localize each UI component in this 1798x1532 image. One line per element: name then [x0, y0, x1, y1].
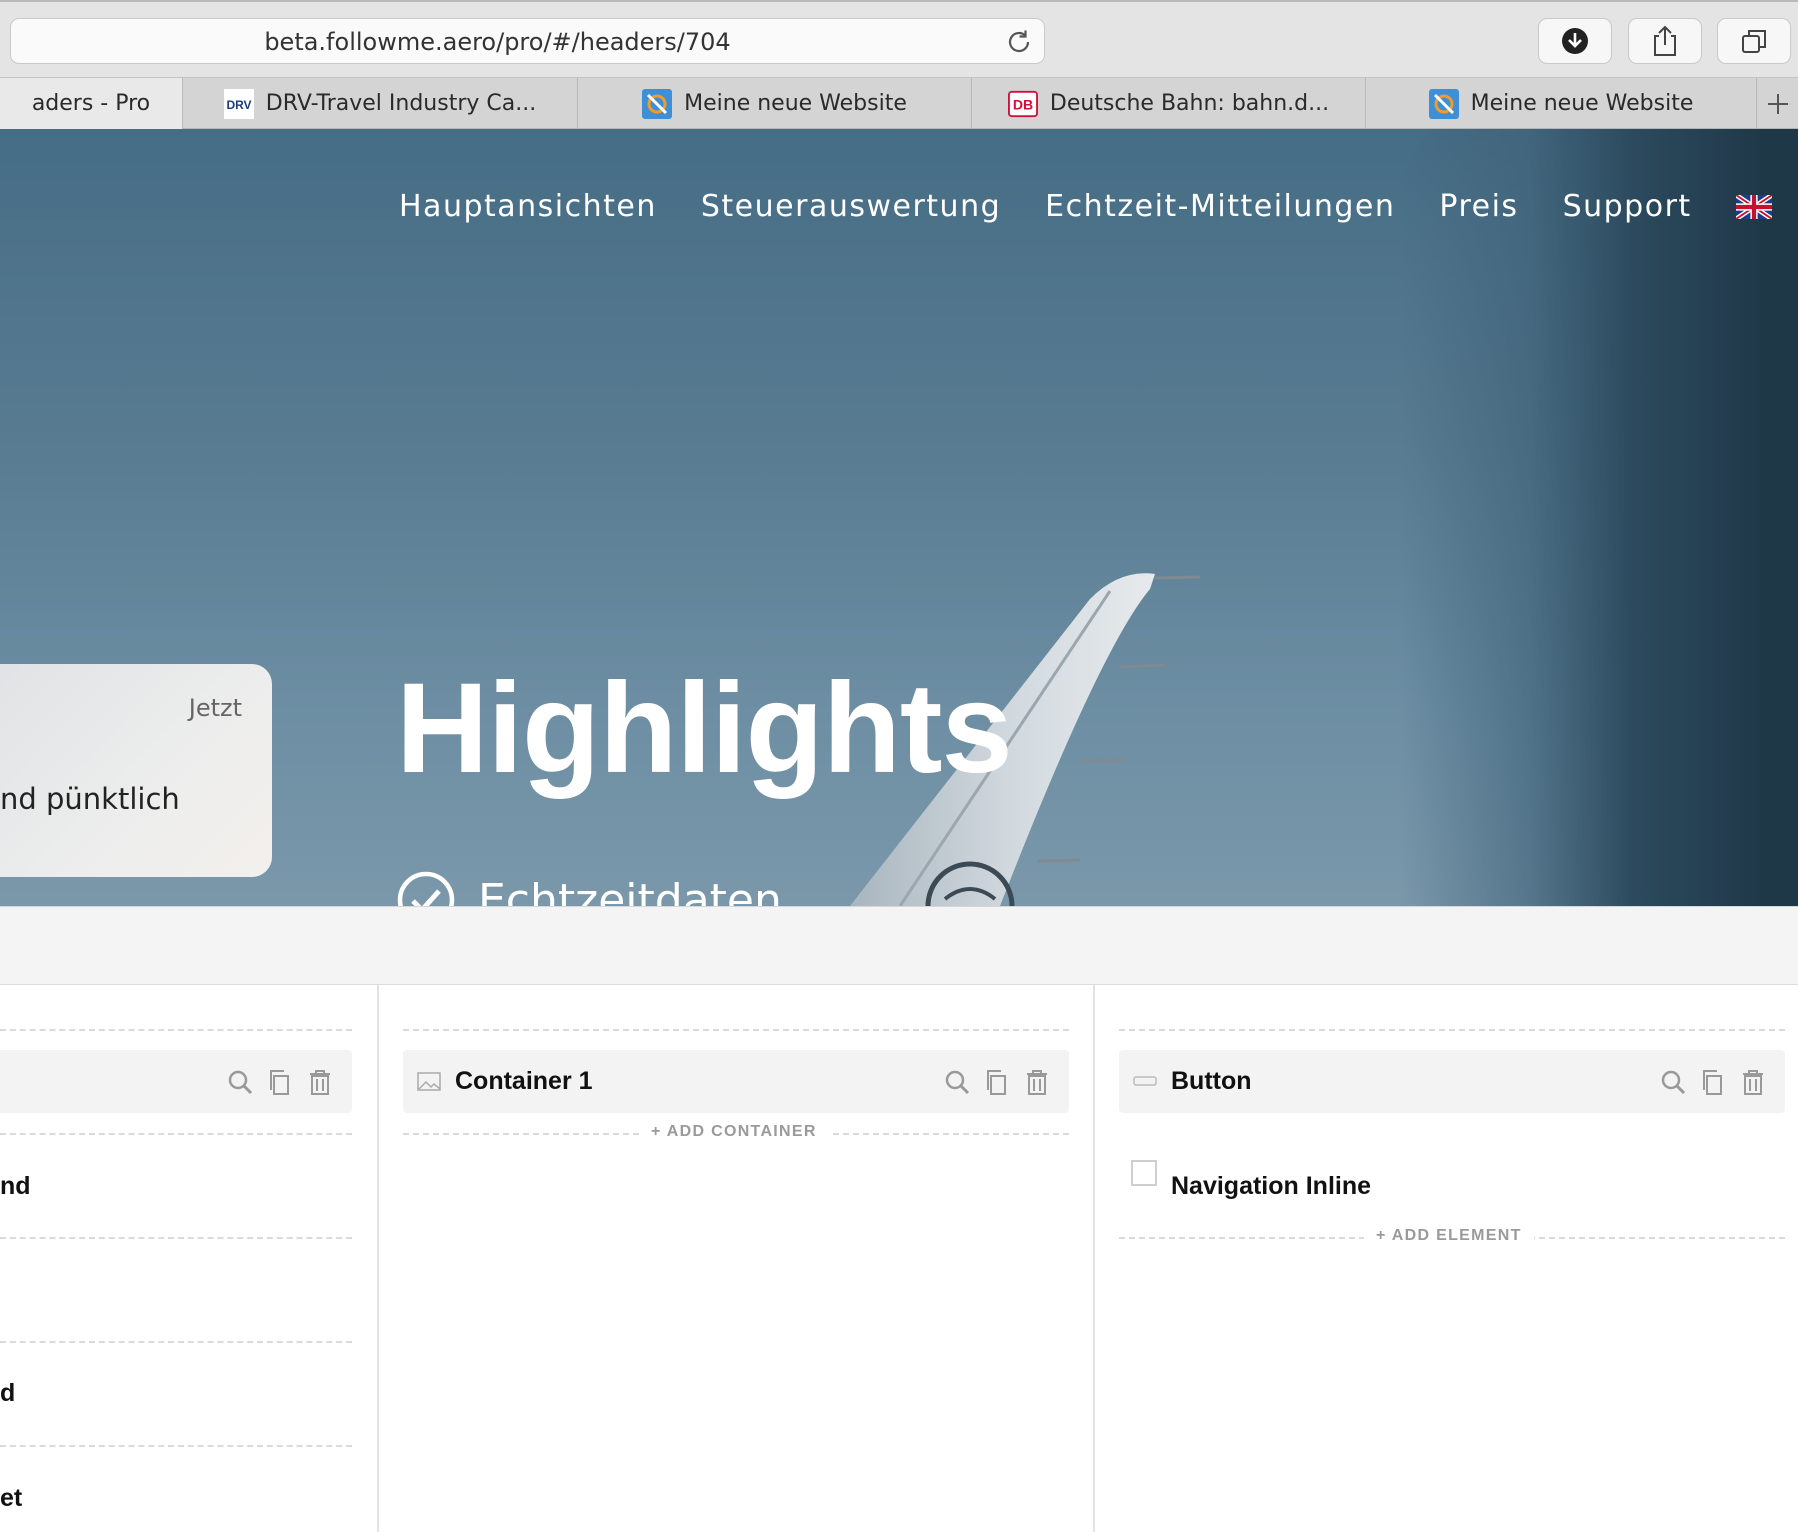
- element-label: Button: [1171, 1067, 1252, 1095]
- divider: [0, 1029, 352, 1031]
- new-tab-button[interactable]: [1756, 78, 1798, 129]
- drv-logo-icon: DRV: [223, 88, 254, 119]
- svg-text:DRV: DRV: [226, 98, 251, 112]
- check-circle-icon: [397, 871, 455, 906]
- tab-label: aders - Pro: [31, 91, 151, 116]
- search-icon[interactable]: [1659, 1068, 1687, 1096]
- tab-bar: aders - Pro DRV DRV-Travel Industry Ca..…: [0, 77, 1798, 129]
- image-placeholder-icon: [417, 1072, 441, 1091]
- copy-icon[interactable]: [983, 1068, 1011, 1096]
- hero-preview: Hauptansichten Steuerauswertung Echtzeit…: [0, 129, 1798, 906]
- add-container-button[interactable]: + ADD CONTAINER: [639, 1123, 829, 1141]
- column-middle: Container 1 + ADD CONTAINER: [379, 985, 1094, 1532]
- nav-echtzeit-mitteilungen[interactable]: Echtzeit-Mitteilungen: [1045, 189, 1395, 224]
- divider: [0, 1341, 352, 1343]
- add-element-button[interactable]: + ADD ELEMENT: [1364, 1227, 1534, 1245]
- uk-flag-icon[interactable]: [1735, 194, 1772, 219]
- container-label: Container 1: [455, 1067, 593, 1095]
- url-text[interactable]: beta.followme.aero/pro/#/headers/704: [11, 19, 984, 65]
- trash-icon[interactable]: [1023, 1068, 1051, 1096]
- tab-label: Meine neue Website: [684, 91, 907, 116]
- downloads-button[interactable]: [1538, 18, 1612, 64]
- tabs-overview-icon: [1742, 30, 1766, 53]
- download-icon: [1562, 28, 1588, 54]
- divider: [0, 1133, 352, 1135]
- hero-title: Highlights: [396, 657, 1013, 800]
- divider: [403, 1029, 1069, 1031]
- element-label[interactable]: nd: [0, 1172, 31, 1201]
- divider: [0, 1237, 352, 1239]
- db-logo-icon: DB: [1007, 89, 1038, 119]
- nav-support[interactable]: Support: [1563, 189, 1692, 224]
- element-label[interactable]: d: [0, 1379, 15, 1408]
- element-label[interactable]: et: [0, 1484, 22, 1513]
- trash-icon[interactable]: [306, 1068, 334, 1096]
- browser-toolbar: beta.followme.aero/pro/#/headers/704: [0, 0, 1798, 77]
- feature-item: Echtzeitdaten: [397, 871, 782, 906]
- column-left: nd d et: [0, 985, 378, 1532]
- container-row[interactable]: Container 1: [403, 1050, 1069, 1113]
- nav-preis[interactable]: Preis: [1439, 189, 1518, 224]
- reload-icon[interactable]: [1004, 27, 1034, 57]
- main-navigation: Hauptansichten Steuerauswertung Echtzeit…: [399, 189, 1772, 224]
- element-row[interactable]: Button: [1119, 1050, 1785, 1113]
- editor-toolbar-strip: [0, 906, 1798, 985]
- notification-card: Jetzt nd pünktlich: [0, 664, 272, 877]
- search-icon[interactable]: [226, 1068, 254, 1096]
- notification-time: Jetzt: [188, 694, 242, 722]
- plus-icon: [1767, 93, 1788, 114]
- divider: [1119, 1029, 1785, 1031]
- tab-drv[interactable]: DRV DRV-Travel Industry Ca...: [182, 78, 577, 129]
- navigation-element-icon: [1131, 1160, 1157, 1186]
- website-builder-icon: [642, 88, 673, 119]
- svg-text:DB: DB: [1013, 96, 1033, 112]
- search-icon[interactable]: [943, 1068, 971, 1096]
- website-builder-icon: [1428, 88, 1459, 119]
- tab-website-1[interactable]: Meine neue Website: [577, 78, 971, 129]
- copy-icon[interactable]: [1699, 1068, 1727, 1096]
- share-icon: [1654, 25, 1676, 56]
- tab-website-2[interactable]: Meine neue Website: [1365, 78, 1756, 129]
- layout-editor: nd d et Container 1 + ADD CONTAINER Butt…: [0, 985, 1798, 1532]
- row-actions: [1647, 1068, 1767, 1096]
- tab-label: DRV-Travel Industry Ca...: [265, 91, 537, 116]
- tab-deutsche-bahn[interactable]: DB Deutsche Bahn: bahn.d...: [971, 78, 1365, 129]
- address-bar[interactable]: beta.followme.aero/pro/#/headers/704: [10, 18, 1045, 64]
- share-button[interactable]: [1628, 18, 1702, 64]
- copy-icon[interactable]: [266, 1068, 294, 1096]
- tab-headers-pro[interactable]: aders - Pro: [0, 78, 182, 129]
- nav-steuerauswertung[interactable]: Steuerauswertung: [701, 189, 1001, 224]
- button-element-icon: [1133, 1076, 1157, 1086]
- nav-hauptansichten[interactable]: Hauptansichten: [399, 189, 657, 224]
- element-label-navigation-inline[interactable]: Navigation Inline: [1171, 1172, 1371, 1201]
- row-actions: [931, 1068, 1051, 1096]
- notification-message: nd pünktlich: [0, 782, 180, 816]
- container-row[interactable]: [0, 1050, 352, 1113]
- trash-icon[interactable]: [1739, 1068, 1767, 1096]
- feature-label: Echtzeitdaten: [478, 874, 782, 907]
- tab-label: Deutsche Bahn: bahn.d...: [1049, 91, 1330, 116]
- column-right: Button Navigation Inline + ADD ELEMENT: [1095, 985, 1798, 1532]
- row-actions: [214, 1068, 334, 1096]
- tab-overview-button[interactable]: [1717, 18, 1791, 64]
- tab-label: Meine neue Website: [1470, 91, 1694, 116]
- divider: [0, 1445, 352, 1447]
